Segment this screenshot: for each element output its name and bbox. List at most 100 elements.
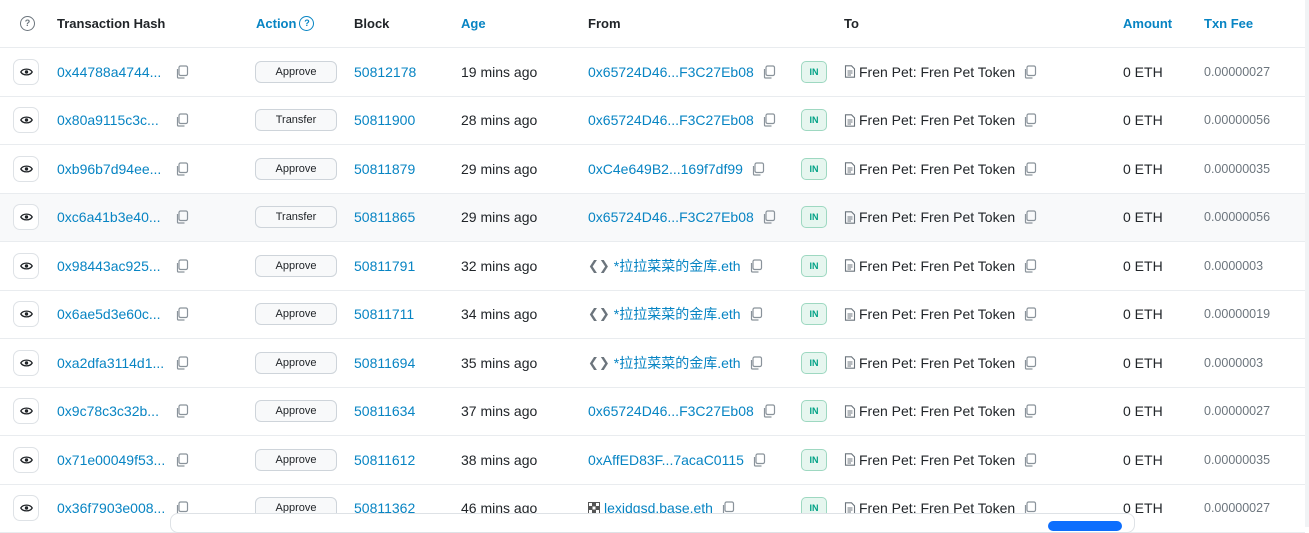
copy-icon[interactable]	[752, 453, 766, 467]
to-contract-name[interactable]: Fren Pet: Fren Pet Token	[859, 64, 1015, 80]
copy-hash-button[interactable]	[175, 194, 189, 242]
from-address-link[interactable]: 0x65724D46...F3C27Eb08	[588, 112, 754, 128]
txn-fee-text: 0.0000003	[1204, 356, 1263, 370]
eye-icon	[13, 495, 39, 521]
block-link[interactable]: 50811865	[354, 209, 415, 225]
to-cell: Fren Pet: Fren Pet Token	[844, 388, 1037, 436]
block-link[interactable]: 50811634	[354, 403, 415, 419]
age-text: 35 mins ago	[461, 355, 537, 371]
copy-icon[interactable]	[1023, 404, 1037, 418]
copy-hash-button[interactable]	[175, 97, 189, 145]
from-address-link[interactable]: 0x65724D46...F3C27Eb08	[588, 209, 754, 225]
block-link[interactable]: 50812178	[354, 64, 416, 80]
bottom-panel	[170, 513, 1135, 533]
copy-icon[interactable]	[749, 259, 763, 273]
tx-hash-link[interactable]: 0x9c78c3c32b...	[57, 403, 159, 419]
to-contract-name[interactable]: Fren Pet: Fren Pet Token	[859, 403, 1015, 419]
tx-hash-link[interactable]: 0xa2dfa3114d1...	[57, 355, 164, 371]
ens-name-icon: ❮❯	[588, 355, 610, 371]
contract-file-icon	[844, 211, 856, 224]
to-contract-name[interactable]: Fren Pet: Fren Pet Token	[859, 161, 1015, 177]
copy-icon[interactable]	[1023, 162, 1037, 176]
copy-hash-button[interactable]	[175, 339, 189, 387]
view-details-button[interactable]	[13, 436, 39, 484]
view-details-button[interactable]	[13, 242, 39, 290]
to-contract-name[interactable]: Fren Pet: Fren Pet Token	[859, 355, 1015, 371]
block-link[interactable]: 50811694	[354, 355, 415, 371]
tx-hash-link[interactable]: 0x36f7903e008...	[57, 500, 165, 516]
table-row: 0xc6a41b3e40... Transfer 50811865 29 min…	[0, 194, 1305, 243]
from-address-link[interactable]: *拉拉菜菜的金库.eth	[614, 353, 741, 373]
to-contract-name[interactable]: Fren Pet: Fren Pet Token	[859, 452, 1015, 468]
to-contract-name[interactable]: Fren Pet: Fren Pet Token	[859, 258, 1015, 274]
copy-icon[interactable]	[751, 162, 765, 176]
age-text: 29 mins ago	[461, 161, 537, 177]
copy-icon[interactable]	[1023, 65, 1037, 79]
to-contract-name[interactable]: Fren Pet: Fren Pet Token	[859, 209, 1015, 225]
column-header-action[interactable]: Action ?	[256, 0, 314, 47]
tx-hash-link[interactable]: 0x71e00049f53...	[57, 452, 165, 468]
block-link[interactable]: 50811879	[354, 161, 415, 177]
to-contract-name[interactable]: Fren Pet: Fren Pet Token	[859, 306, 1015, 322]
copy-icon[interactable]	[1023, 210, 1037, 224]
column-header-age[interactable]: Age	[461, 0, 486, 47]
from-address-link[interactable]: 0xAffED83F...7acaC0115	[588, 452, 744, 468]
from-address-link[interactable]: *拉拉菜菜的金库.eth	[614, 256, 741, 276]
copy-hash-button[interactable]	[175, 145, 189, 193]
copy-hash-button[interactable]	[175, 48, 189, 96]
column-header-amount[interactable]: Amount	[1123, 0, 1172, 47]
contract-file-icon	[844, 308, 856, 321]
age-text: 29 mins ago	[461, 209, 537, 225]
view-details-button[interactable]	[13, 388, 39, 436]
method-badge: Transfer	[255, 206, 337, 228]
tx-hash-link[interactable]: 0x98443ac925...	[57, 258, 161, 274]
from-address-link[interactable]: 0xC4e649B2...169f7df99	[588, 161, 743, 177]
transactions-table: ? Transaction Hash Action ? Block Age Fr…	[0, 0, 1305, 533]
block-link[interactable]: 50811900	[354, 112, 415, 128]
copy-hash-button[interactable]	[175, 388, 189, 436]
method-badge: Approve	[255, 158, 337, 180]
copy-icon[interactable]	[762, 113, 776, 127]
copy-hash-button[interactable]	[175, 436, 189, 484]
to-contract-name[interactable]: Fren Pet: Fren Pet Token	[859, 112, 1015, 128]
block-link[interactable]: 50811711	[354, 306, 414, 322]
copy-hash-button[interactable]	[175, 242, 189, 290]
tx-hash-link[interactable]: 0x6ae5d3e60c...	[57, 306, 161, 322]
copy-hash-button[interactable]	[175, 291, 189, 339]
copy-icon[interactable]	[762, 404, 776, 418]
copy-icon[interactable]	[762, 65, 776, 79]
tx-hash-link[interactable]: 0x80a9115c3c...	[57, 112, 159, 128]
table-row: 0xb96b7d94ee... Approve 50811879 29 mins…	[0, 145, 1305, 194]
view-details-button[interactable]	[13, 485, 39, 533]
column-help-icon[interactable]: ?	[20, 0, 35, 47]
bottom-panel-button[interactable]	[1048, 521, 1122, 531]
column-header-txn-fee[interactable]: Txn Fee	[1204, 0, 1253, 47]
view-details-button[interactable]	[13, 48, 39, 96]
copy-icon[interactable]	[1023, 113, 1037, 127]
tx-hash-link[interactable]: 0xb96b7d94ee...	[57, 161, 161, 177]
view-details-button[interactable]	[13, 97, 39, 145]
tx-hash-link[interactable]: 0x44788a4744...	[57, 64, 161, 80]
view-details-button[interactable]	[13, 291, 39, 339]
txn-fee-text: 0.00000035	[1204, 453, 1270, 467]
copy-icon[interactable]	[749, 307, 763, 321]
copy-icon[interactable]	[1023, 356, 1037, 370]
from-address-link[interactable]: 0x65724D46...F3C27Eb08	[588, 403, 754, 419]
tx-hash-link[interactable]: 0xc6a41b3e40...	[57, 209, 161, 225]
copy-icon[interactable]	[1023, 259, 1037, 273]
copy-icon[interactable]	[762, 210, 776, 224]
view-details-button[interactable]	[13, 339, 39, 387]
from-address-link[interactable]: *拉拉菜菜的金库.eth	[614, 304, 741, 324]
copy-icon[interactable]	[1023, 453, 1037, 467]
age-text: 28 mins ago	[461, 112, 537, 128]
to-cell: Fren Pet: Fren Pet Token	[844, 194, 1037, 242]
block-link[interactable]: 50811791	[354, 258, 415, 274]
copy-icon[interactable]	[749, 356, 763, 370]
copy-icon[interactable]	[1023, 307, 1037, 321]
block-link[interactable]: 50811612	[354, 452, 415, 468]
copy-icon	[175, 65, 189, 79]
vertical-scrollbar[interactable]	[1305, 0, 1309, 527]
from-address-link[interactable]: 0x65724D46...F3C27Eb08	[588, 64, 754, 80]
view-details-button[interactable]	[13, 145, 39, 193]
view-details-button[interactable]	[13, 194, 39, 242]
